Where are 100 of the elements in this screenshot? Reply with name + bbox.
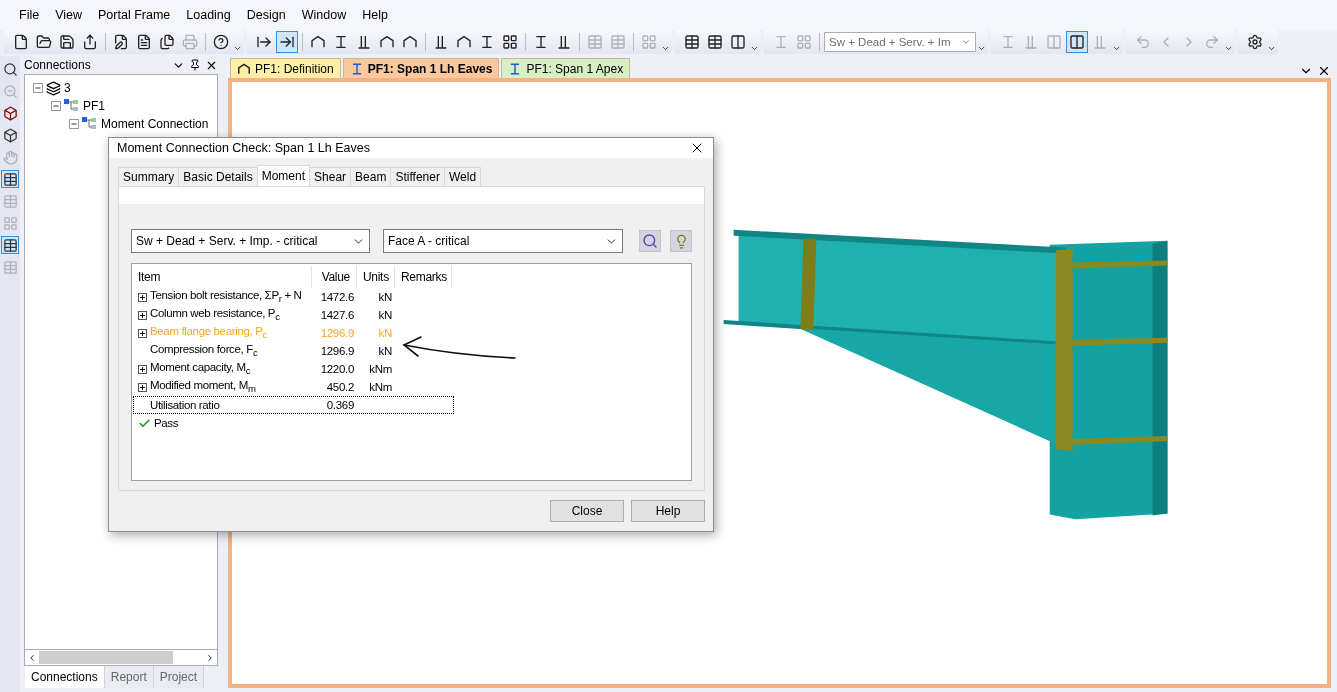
scroll-left-icon[interactable] bbox=[27, 652, 37, 663]
cube-tool[interactable] bbox=[1, 104, 19, 122]
chevron-icon bbox=[977, 44, 986, 53]
load-case-select[interactable]: Sw + Dead + Serv. + Imp. - critical bbox=[131, 229, 370, 253]
hint-button[interactable] bbox=[670, 230, 692, 252]
tree-item[interactable]: 3 bbox=[64, 81, 71, 95]
column-header: Item bbox=[132, 266, 312, 288]
units-text: kN bbox=[378, 309, 392, 321]
table-icon bbox=[610, 34, 626, 50]
table-tool[interactable] bbox=[1, 170, 19, 188]
table-tool[interactable] bbox=[1, 236, 19, 254]
tree-node-icon bbox=[64, 99, 80, 113]
check-icon bbox=[138, 416, 151, 430]
value-text: 1427.6 bbox=[320, 309, 354, 321]
selected-row[interactable]: Utilisation ratio 0.369 bbox=[133, 396, 454, 414]
arch-icon bbox=[402, 34, 418, 50]
value-text: 1296.9 bbox=[320, 345, 354, 357]
document-tab[interactable]: PF1: Span 1 Lh Eaves bbox=[342, 58, 500, 78]
menu-item[interactable]: Portal Frame bbox=[91, 8, 178, 22]
dropdown-icon bbox=[961, 37, 971, 47]
chevron-icon bbox=[1267, 44, 1276, 53]
layers-icon bbox=[46, 80, 61, 96]
search-tool[interactable] bbox=[1, 60, 19, 78]
arrow-button[interactable] bbox=[276, 31, 298, 53]
units-text: kN bbox=[378, 291, 392, 303]
i-beam-icon bbox=[333, 34, 349, 50]
column-icon bbox=[556, 34, 572, 50]
item-label: Column web resistance, P$_{c}$ bbox=[150, 307, 280, 323]
column-icon bbox=[1023, 34, 1039, 50]
help-icon bbox=[213, 34, 229, 50]
table-icon bbox=[587, 34, 603, 50]
printer-icon bbox=[182, 34, 198, 50]
load-case-combo[interactable]: Sw + Dead + Serv. + Im bbox=[824, 32, 976, 52]
search-icon bbox=[2, 61, 18, 77]
dialog-tab[interactable]: Moment bbox=[256, 165, 311, 186]
i-beam-icon bbox=[533, 34, 549, 50]
arch-icon bbox=[379, 34, 395, 50]
face-select[interactable]: Face A - critical bbox=[383, 229, 623, 253]
document-tab[interactable]: PF1: Definition bbox=[230, 58, 341, 78]
grid-icon bbox=[796, 34, 812, 50]
file-icon bbox=[13, 34, 29, 50]
units-text: kNm bbox=[369, 363, 392, 375]
columns-button[interactable] bbox=[1066, 31, 1088, 53]
menu-item[interactable]: Help bbox=[355, 8, 395, 22]
units-text: kN bbox=[378, 345, 392, 357]
settings-icon bbox=[1247, 34, 1263, 50]
menu-item[interactable]: Loading bbox=[179, 8, 238, 22]
expand-icon[interactable] bbox=[138, 310, 147, 320]
menu-item[interactable]: View bbox=[48, 8, 90, 22]
item-label: Moment capacity, M$_{c}$ bbox=[150, 361, 251, 377]
scroll-right-icon[interactable] bbox=[205, 652, 215, 663]
panel-tab[interactable]: Connections bbox=[25, 666, 105, 688]
expand-icon[interactable] bbox=[138, 292, 147, 302]
item-label: Modified moment, M$_{m}$ bbox=[150, 379, 256, 395]
dialog-tab[interactable]: Weld bbox=[443, 167, 482, 186]
arch-icon bbox=[237, 61, 251, 76]
item-label: Beam flange bearing, P$_{c}$ bbox=[150, 325, 267, 341]
table-icon bbox=[2, 259, 18, 275]
chevron-icon bbox=[661, 44, 670, 53]
scroll-thumb[interactable] bbox=[39, 651, 173, 664]
documents-icon bbox=[159, 34, 175, 50]
item-label: Pass bbox=[154, 417, 179, 429]
column-header: Remarks bbox=[395, 266, 452, 288]
expand-icon[interactable] bbox=[138, 364, 147, 374]
item-label: Compression force, F$_{c}$ bbox=[150, 343, 258, 359]
panel-tab[interactable]: Report bbox=[104, 666, 154, 688]
expand-icon[interactable] bbox=[138, 382, 147, 392]
grid-icon bbox=[502, 34, 518, 50]
item-label: Tension bolt resistance, ΣP$_{r}$ + N bbox=[150, 289, 302, 305]
table-icon bbox=[707, 34, 723, 50]
dialog-tab[interactable]: Summary bbox=[118, 167, 180, 186]
cube-icon bbox=[2, 127, 18, 143]
help-button[interactable]: Help bbox=[631, 500, 705, 522]
units-text: kN bbox=[378, 327, 392, 339]
columns-icon bbox=[1069, 34, 1085, 50]
tree-item[interactable]: Moment Connection bbox=[101, 117, 209, 131]
column-icon bbox=[356, 34, 372, 50]
grid-icon bbox=[641, 34, 657, 50]
menu-item[interactable]: File bbox=[12, 8, 47, 22]
document-tab[interactable]: PF1: Span 1 Apex bbox=[501, 58, 631, 78]
units-text: kNm bbox=[369, 381, 392, 393]
cube-tool[interactable] bbox=[1, 126, 19, 144]
save-icon bbox=[59, 34, 75, 50]
columns-icon bbox=[730, 34, 746, 50]
folder-icon bbox=[36, 34, 52, 50]
search-button[interactable] bbox=[639, 230, 661, 252]
expand-icon[interactable] bbox=[138, 328, 147, 338]
menu-item[interactable]: Window bbox=[294, 8, 354, 22]
columns-icon bbox=[1046, 34, 1062, 50]
table-icon bbox=[2, 193, 18, 209]
zoom-out-icon bbox=[2, 83, 18, 99]
pin-icon[interactable] bbox=[189, 58, 201, 71]
menu-item[interactable]: Design bbox=[239, 8, 293, 22]
close-button[interactable]: Close bbox=[550, 500, 624, 522]
item-label: Utilisation ratio bbox=[150, 399, 220, 411]
panel-tab[interactable]: Project bbox=[153, 666, 205, 688]
close-icon[interactable] bbox=[1317, 64, 1331, 78]
tree-item[interactable]: PF1 bbox=[83, 99, 105, 113]
arch-icon bbox=[456, 34, 472, 50]
chevron-icon bbox=[233, 44, 242, 53]
